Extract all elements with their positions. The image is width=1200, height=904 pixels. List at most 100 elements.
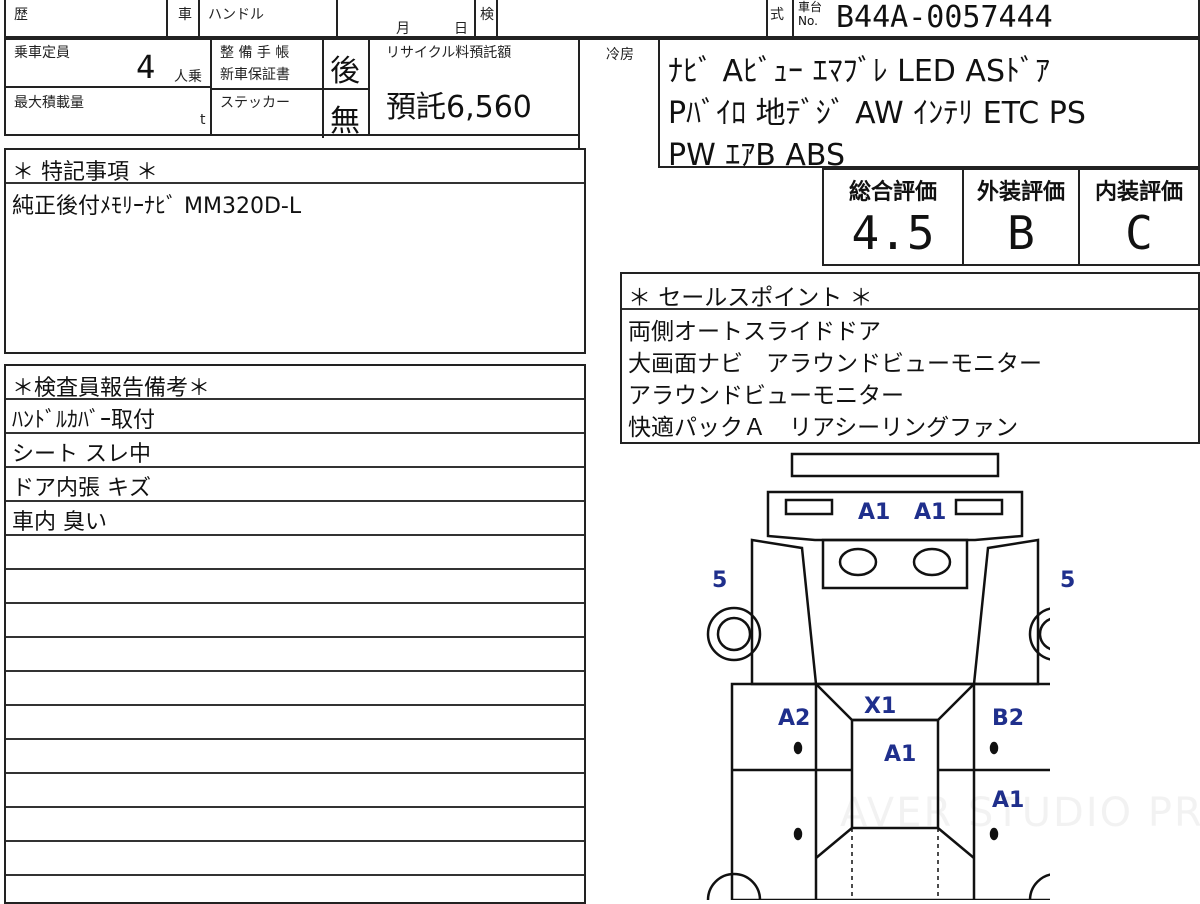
divider	[6, 704, 584, 706]
fender-left	[750, 538, 818, 686]
wheel-rear-right	[1028, 873, 1050, 900]
max-load-label: 最大積載量	[14, 95, 84, 111]
mark-front-right: A1	[914, 500, 947, 525]
wheel-front-left-inner	[716, 616, 752, 652]
mark-left-front-door: A2	[778, 706, 811, 731]
capacity-label: 乗車定員	[14, 45, 70, 61]
score-interior: 内装評価 C	[1080, 170, 1198, 264]
sales-point-item: 快適パックＡ リアシーリングファン	[628, 415, 1019, 441]
door-handle	[793, 827, 803, 841]
handle-label: ハンドル	[208, 7, 264, 23]
divider	[6, 432, 584, 434]
report-item: シート スレ中	[12, 442, 151, 467]
divider	[6, 534, 584, 536]
mark-left-front-wheel: 5	[712, 568, 728, 593]
divider	[6, 738, 584, 740]
engine-part	[838, 547, 878, 577]
interior-label: 内装評価	[1094, 180, 1183, 205]
divider	[6, 874, 584, 876]
divider	[6, 772, 584, 774]
mark-roof: A1	[884, 742, 917, 767]
capacity-value: 4	[136, 48, 156, 86]
sales-point-item: 大画面ナビ アラウンドビューモニター	[628, 351, 1042, 377]
cooling-label: 冷房	[606, 47, 634, 63]
car-label: 車	[178, 7, 192, 23]
report-item: ドア内張 キズ	[12, 476, 151, 501]
wheel-rear-left	[706, 872, 762, 900]
equipment-line: ﾅﾋﾞ Aﾋﾞｭｰ ｴﾏﾌﾞﾚ LED ASﾄﾞｱ	[668, 54, 1051, 89]
inspector-report-panel: ＊検査員報告備考＊ ﾊﾝﾄﾞﾙｶﾊﾞｰ取付 シート スレ中 ドア内張 キズ 車内…	[4, 364, 586, 904]
engine-part	[912, 547, 952, 577]
divider	[6, 500, 584, 502]
score-overall: 総合評価 4.5	[824, 170, 964, 264]
max-load-unit: t	[200, 112, 206, 128]
special-notes-panel: ＊ 特記事項 ＊ 純正後付ﾒﾓﾘｰﾅﾋﾞ MM320D-L	[4, 148, 586, 354]
watermark: AVER STUDIO PRO	[840, 790, 1200, 836]
divider	[6, 636, 584, 638]
sales-point-item: 両側オートスライドドア	[628, 319, 881, 345]
chassis-number: B44A-0057444	[836, 0, 1053, 35]
overall-label: 総合評価	[848, 180, 937, 205]
wheel-front-right-inner	[1038, 617, 1050, 651]
headlight-right	[954, 498, 1004, 516]
front-bumper	[790, 452, 1000, 478]
divider	[6, 568, 584, 570]
recycle-cell: リサイクル料預託額 預託6,560	[368, 38, 580, 136]
maintenance-value-2: 無	[330, 104, 360, 139]
recycle-value: 預託6,560	[386, 90, 532, 125]
report-item: 車内 臭い	[12, 510, 107, 535]
divider	[622, 308, 1198, 310]
exterior-label: 外装評価	[976, 180, 1065, 205]
capacity-unit: 人乗	[174, 69, 202, 85]
top-row: 歴 車 ハンドル 月 日 検 式 車台 No. B44A-0057444	[4, 0, 1200, 38]
maintenance-label-2: 新車保証書	[220, 67, 290, 83]
door-handle	[989, 741, 999, 755]
equipment-cell: ﾅﾋﾞ Aﾋﾞｭｰ ｴﾏﾌﾞﾚ LED ASﾄﾞｱ Pﾊﾞｲﾛ 地ﾃﾞｼﾞ AW…	[658, 38, 1200, 173]
divider	[6, 466, 584, 468]
mark-right-front-door: B2	[992, 706, 1025, 731]
sales-points-panel: ＊ セールスポイント ＊ 両側オートスライドドア 大画面ナビ アラウンドビューモ…	[620, 272, 1200, 444]
scores-panel: 総合評価 4.5 外装評価 B 内装評価 C	[822, 168, 1200, 266]
sales-point-item: アラウンドビューモニター	[628, 383, 904, 409]
inspection-label: 検	[480, 7, 494, 23]
recycle-label: リサイクル料預託額	[386, 45, 512, 61]
mark-right-front-wheel: 5	[1060, 568, 1076, 593]
divider	[792, 0, 794, 38]
fender-right	[972, 538, 1040, 686]
sales-points-title: ＊ セールスポイント ＊	[628, 285, 873, 311]
divider	[6, 840, 584, 842]
divider	[6, 602, 584, 604]
exterior-value: B	[1007, 206, 1035, 260]
mark-windshield: X1	[864, 694, 897, 719]
score-exterior: 外装評価 B	[964, 170, 1080, 264]
history-label: 歴	[14, 7, 28, 23]
divider	[336, 0, 338, 38]
divider	[6, 806, 584, 808]
interior-value: C	[1125, 206, 1153, 260]
maintenance-value-1: 後	[330, 54, 360, 89]
overall-value: 4.5	[851, 206, 935, 260]
divider	[766, 0, 768, 38]
report-item: ﾊﾝﾄﾞﾙｶﾊﾞｰ取付	[12, 408, 156, 433]
equipment-line: PW ｴｱB ABS	[668, 138, 846, 173]
divider	[496, 0, 498, 38]
divider	[6, 670, 584, 672]
door-handle	[793, 741, 803, 755]
mark-front-left: A1	[858, 500, 891, 525]
month-label: 月	[396, 21, 410, 37]
divider	[198, 0, 200, 38]
divider	[474, 0, 476, 38]
chassis-label: 車台	[798, 0, 823, 14]
divider	[6, 182, 584, 184]
divider	[6, 398, 584, 400]
headlight-left	[784, 498, 834, 516]
divider	[166, 0, 168, 38]
model-label: 式	[770, 7, 784, 23]
max-load-cell: 最大積載量 t	[4, 86, 212, 136]
equipment-line: Pﾊﾞｲﾛ 地ﾃﾞｼﾞ AW ｲﾝﾃﾘ ETC PS	[668, 96, 1086, 131]
sticker-label: ステッカー	[220, 95, 290, 111]
special-notes-text: 純正後付ﾒﾓﾘｰﾅﾋﾞ MM320D-L	[12, 194, 302, 219]
day-label: 日	[454, 21, 468, 37]
divider	[212, 88, 372, 90]
chassis-no-label: No.	[798, 14, 818, 28]
